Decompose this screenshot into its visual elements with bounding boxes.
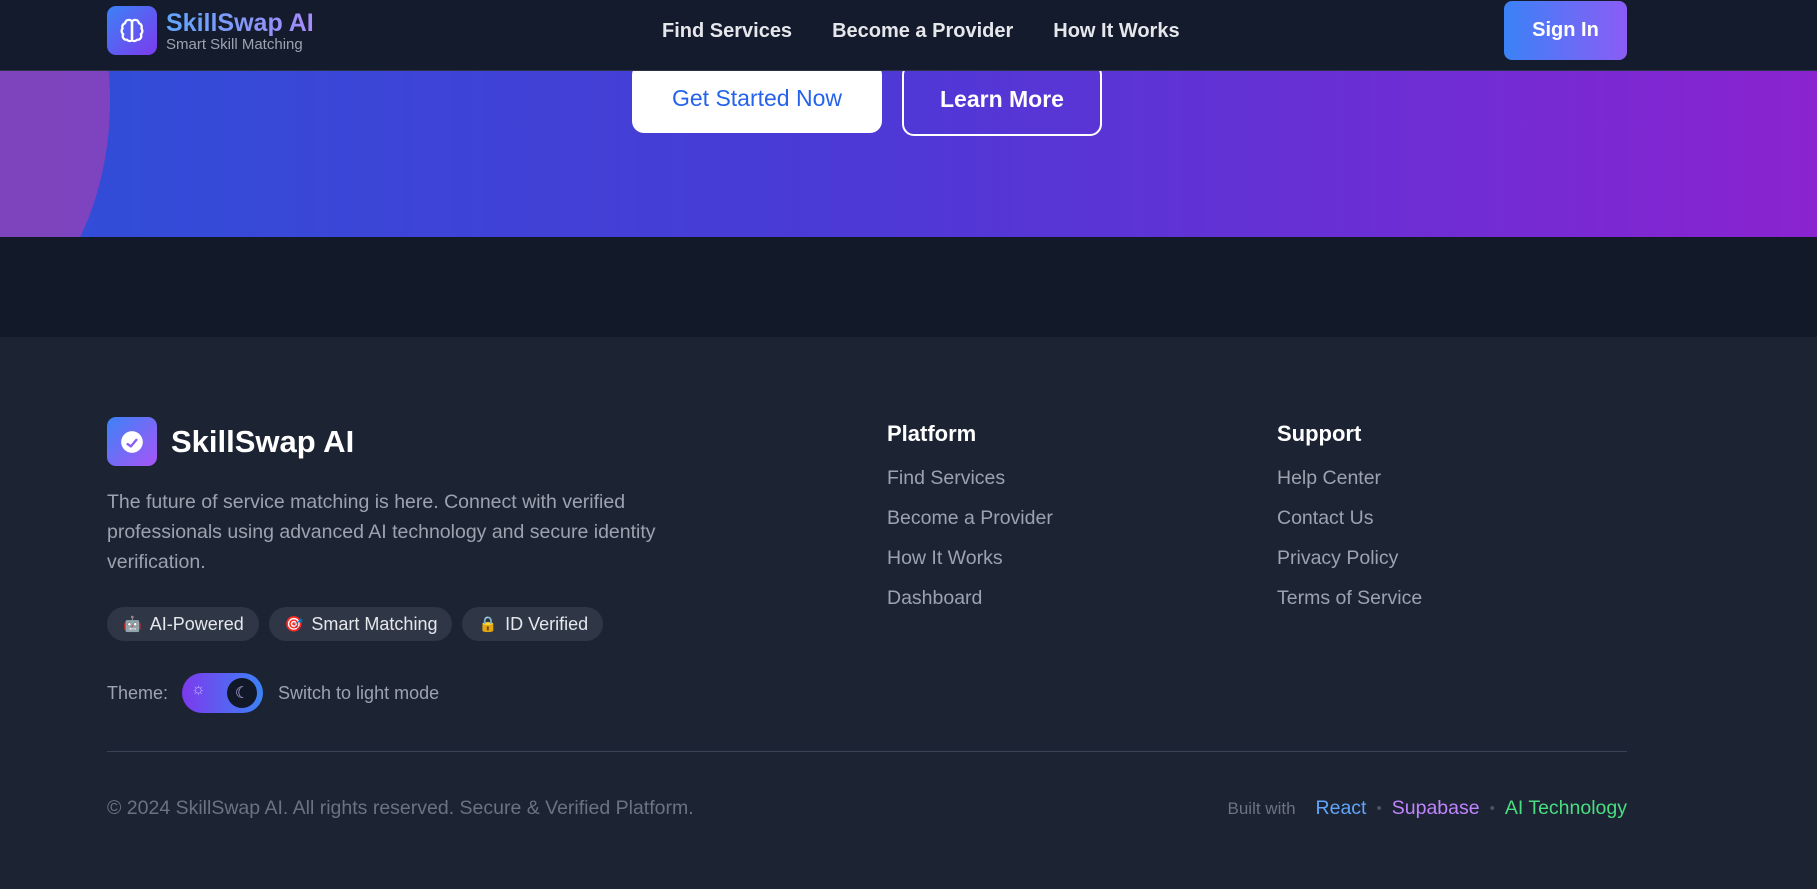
brand-link[interactable]: SkillSwap AI Smart Skill Matching [107,6,314,55]
built-with-label: Built with [1227,798,1296,818]
badge-id-verified: 🔒 ID Verified [462,607,604,641]
hero-cta-section: Get Started Now Learn More [0,71,1817,237]
decorative-blob [0,71,110,237]
footer-link-contact-us[interactable]: Contact Us [1277,507,1422,530]
badge-label: Smart Matching [311,613,438,634]
nav-find-services[interactable]: Find Services [662,20,792,43]
footer-link-how-it-works[interactable]: How It Works [887,547,1053,570]
lock-icon: 🔒 [478,616,498,633]
theme-label: Theme: [107,682,169,703]
footer-description: The future of service matching is here. … [107,491,656,573]
target-icon: 🎯 [284,616,304,633]
nav-become-provider[interactable]: Become a Provider [832,20,1013,43]
footer-brand[interactable]: SkillSwap AI [107,417,354,466]
robot-icon: 🤖 [123,616,142,633]
moon-icon: ☾ [227,678,258,708]
learn-more-button[interactable]: Learn More [902,71,1102,136]
nav-how-it-works[interactable]: How It Works [1053,20,1179,43]
column-heading: Platform [887,421,977,446]
brand-tagline: Smart Skill Matching [166,35,303,53]
tech-supabase: Supabase [1391,797,1480,819]
brand-name: SkillSwap AI [166,8,314,37]
sign-in-button[interactable]: Sign In [1504,1,1627,60]
brain-icon [107,6,157,55]
tech-ai: AI Technology [1504,797,1627,819]
footer-link-terms[interactable]: Terms of Service [1277,587,1422,610]
copyright-text: © 2024 SkillSwap AI. All rights reserved… [107,797,694,819]
footer-link-find-services[interactable]: Find Services [887,467,1053,490]
site-footer: SkillSwap AI The future of service match… [0,337,1817,889]
section-spacer [0,237,1817,337]
footer-link-privacy-policy[interactable]: Privacy Policy [1277,547,1422,570]
footer-brand-name: SkillSwap AI [171,423,355,459]
badge-label: ID Verified [505,613,589,634]
theme-toggle[interactable]: ☼ ☾ [182,673,264,713]
badge-smart-matching: 🎯 Smart Matching [268,607,453,641]
footer-column-support: Support Help Center Contact Us Privacy P… [1277,421,1422,627]
badge-label: AI-Powered [149,613,244,634]
footer-divider [107,751,1627,752]
main-nav: Find Services Become a Provider How It W… [662,20,1220,43]
built-with: Built with React • Supabase • AI Technol… [1228,797,1628,820]
gauge-icon [107,417,157,466]
feature-badges: 🤖 AI-Powered 🎯 Smart Matching 🔒 ID Verif… [107,607,613,641]
footer-link-help-center[interactable]: Help Center [1277,467,1422,490]
footer-link-dashboard[interactable]: Dashboard [887,587,1053,610]
footer-link-become-provider[interactable]: Become a Provider [887,507,1053,530]
separator-dot: • [1376,800,1382,817]
theme-action-text: Switch to light mode [278,682,440,703]
site-header: SkillSwap AI Smart Skill Matching Find S… [0,0,1817,71]
footer-column-platform: Platform Find Services Become a Provider… [887,421,1053,627]
sun-icon: ☼ [191,681,206,698]
theme-switcher: Theme: ☼ ☾ Switch to light mode [107,673,439,713]
tech-react: React [1315,797,1367,819]
separator-dot: • [1489,800,1495,817]
badge-ai-powered: 🤖 AI-Powered [107,607,259,641]
column-heading: Support [1277,421,1362,446]
get-started-button[interactable]: Get Started Now [632,71,882,133]
